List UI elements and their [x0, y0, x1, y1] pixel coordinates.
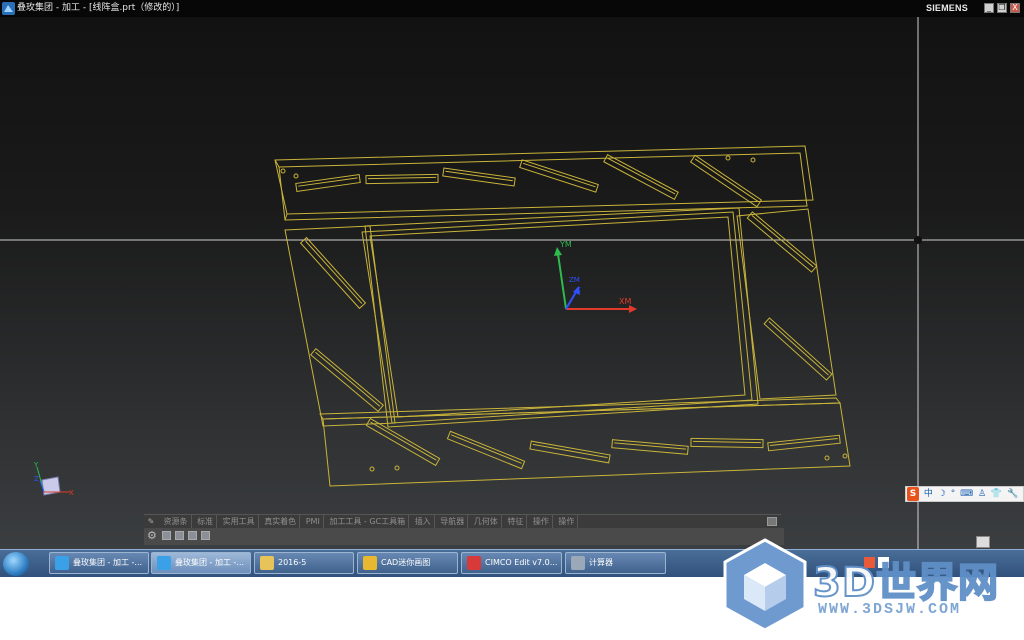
- watermark: 3D世界网 WWW.3DSJW.COM: [720, 535, 1020, 635]
- wireframe-lines: [274, 145, 851, 487]
- ime-item-wrench-icon[interactable]: 🔧: [1007, 487, 1018, 501]
- triad-z-label: Z: [34, 475, 39, 483]
- ime-item-moon-icon[interactable]: ☽: [938, 487, 946, 501]
- resource-bar-icon[interactable]: ✎: [144, 515, 158, 529]
- ime-item-punct[interactable]: °: [951, 487, 956, 501]
- tool-icon[interactable]: [175, 531, 184, 540]
- tab-utilities[interactable]: 实用工具: [220, 515, 259, 529]
- toolbar-strip: ⚙: [144, 528, 784, 545]
- taskbar-item-folder[interactable]: 2016-5: [254, 552, 354, 574]
- tab-machining-tools[interactable]: 加工工具 - GC工具箱: [326, 515, 410, 529]
- part-wireframe: YM ZM C XM X Y Z: [0, 17, 1024, 550]
- pin-icon[interactable]: [767, 517, 777, 526]
- tab-operation-1[interactable]: 操作: [530, 515, 553, 529]
- ime-logo-icon[interactable]: S: [907, 487, 919, 501]
- wcs-c-label: C: [576, 286, 581, 294]
- cad-icon: [363, 556, 377, 570]
- triad-y-label: Y: [33, 461, 39, 469]
- close-button[interactable]: X: [1010, 3, 1020, 13]
- nx-app-icon[interactable]: [2, 2, 15, 15]
- triad-x-label: X: [69, 489, 74, 497]
- nx-icon: [157, 556, 171, 570]
- taskbar-item-cad[interactable]: CAD迷你画图: [357, 552, 458, 574]
- ime-item-user-icon[interactable]: ♙: [978, 487, 986, 501]
- ime-item-skin-icon[interactable]: 👕: [991, 487, 1002, 501]
- window-title: 叠玫集团 - 加工 - [线阵盒.prt（修改的）]: [17, 3, 180, 13]
- taskbar-item-nx-1[interactable]: 叠玫集团 - 加工 -...: [49, 552, 149, 574]
- tab-insert[interactable]: 插入: [412, 515, 435, 529]
- wcs-x-label: XM: [619, 297, 631, 306]
- cube-logo-icon: [723, 538, 807, 632]
- tab-feature[interactable]: 特征: [504, 515, 528, 529]
- wcs-triad: YM ZM C XM: [554, 240, 637, 313]
- tab-standard[interactable]: 标准: [194, 515, 218, 529]
- siemens-brand: SIEMENS: [926, 3, 968, 13]
- ime-toolbar[interactable]: S 中 ☽ ° ⌨ ♙ 👕 🔧: [905, 486, 1024, 502]
- nx-icon: [55, 556, 69, 570]
- tab-resource[interactable]: 资源条: [161, 515, 192, 529]
- tab-navigator[interactable]: 导航器: [437, 515, 469, 529]
- taskbar-item-calculator[interactable]: 计算器: [565, 552, 666, 574]
- resource-bar: ✎ 资源条 标准 实用工具 真实着色 PMI 加工工具 - GC工具箱 插入 导…: [144, 514, 781, 529]
- taskbar-item-cimco[interactable]: CIMCO Edit v7.0...: [461, 552, 562, 574]
- restore-button[interactable]: ❐: [997, 3, 1007, 13]
- tab-pmi[interactable]: PMI: [303, 515, 324, 529]
- view-triad: X Y Z: [33, 461, 74, 497]
- watermark-brand: 3D世界网: [812, 559, 1000, 607]
- tool-icon[interactable]: [162, 531, 171, 540]
- gear-icon[interactable]: ⚙: [147, 529, 157, 542]
- watermark-url: WWW.3DSJW.COM: [818, 601, 962, 618]
- cimco-icon: [467, 556, 481, 570]
- tool-icon[interactable]: [188, 531, 197, 540]
- ime-item-keyboard-icon[interactable]: ⌨: [960, 487, 973, 501]
- graphics-viewport[interactable]: YM ZM C XM X Y Z: [0, 17, 1024, 550]
- tab-geometry[interactable]: 几何体: [471, 515, 502, 529]
- minimize-button[interactable]: _: [984, 3, 994, 13]
- tab-operation-2[interactable]: 操作: [555, 515, 579, 529]
- wcs-z-label: ZM: [569, 276, 580, 284]
- folder-icon: [260, 556, 274, 570]
- calculator-icon: [571, 556, 585, 570]
- tool-icon[interactable]: [201, 531, 210, 540]
- title-bar: 叠玫集团 - 加工 - [线阵盒.prt（修改的）] SIEMENS _ ❐ X: [0, 0, 1024, 17]
- crosshair-center: [914, 236, 922, 244]
- start-button[interactable]: [3, 552, 29, 576]
- ime-item-chinese[interactable]: 中: [924, 487, 933, 501]
- wcs-y-label: YM: [559, 240, 572, 249]
- tab-true-shading[interactable]: 真实着色: [261, 515, 301, 529]
- taskbar-item-nx-2[interactable]: 叠玫集团 - 加工 -...: [151, 552, 251, 574]
